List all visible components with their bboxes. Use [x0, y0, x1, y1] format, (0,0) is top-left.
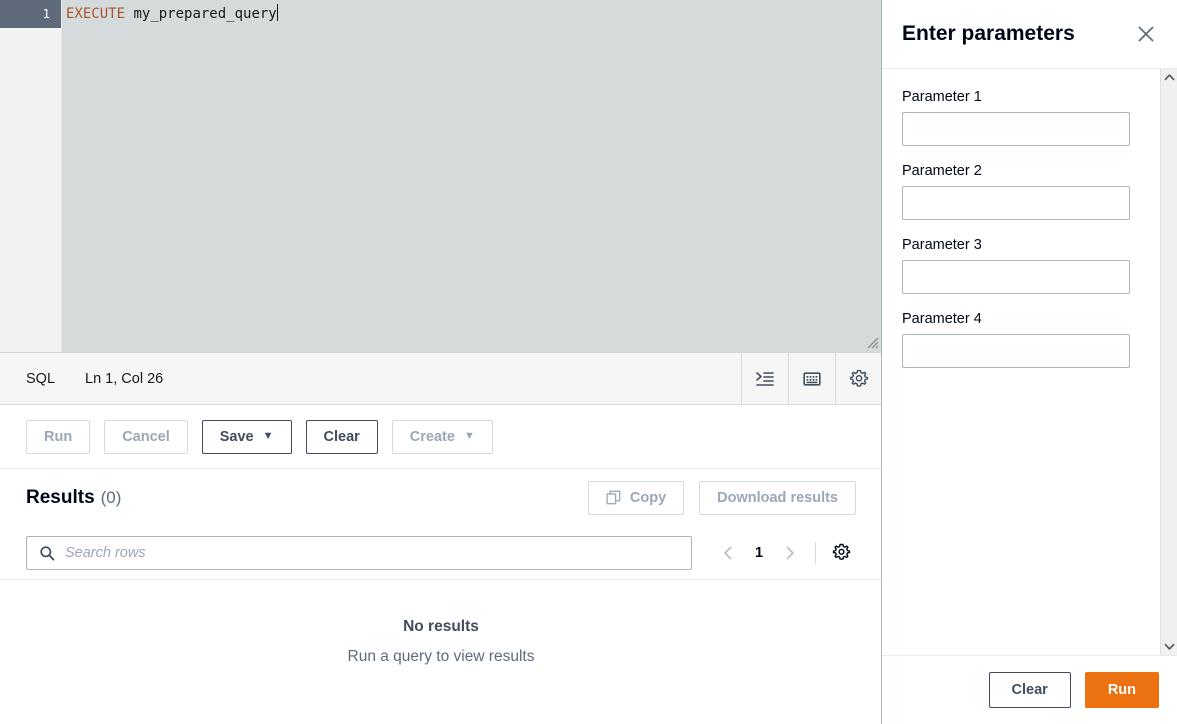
results-header-actions: Copy Download results — [588, 481, 856, 515]
download-results-label: Download results — [717, 490, 838, 506]
run-button-label: Run — [44, 429, 72, 445]
editor-gutter: 1 — [0, 0, 62, 352]
run-button[interactable]: Run — [26, 420, 90, 454]
parameter-4-label: Parameter 4 — [902, 311, 1157, 327]
parameter-3-input[interactable] — [902, 260, 1130, 294]
results-pagination: 1 — [713, 538, 856, 568]
query-editor-page: 1 EXECUTE my_prepared_query SQL Ln 1, Co… — [0, 0, 1177, 724]
panel-run-button[interactable]: Run — [1085, 672, 1159, 708]
results-count: (0) — [101, 488, 122, 508]
panel-scrollbar[interactable] — [1160, 69, 1177, 655]
panel-title: Enter parameters — [902, 22, 1075, 46]
results-empty-state: No results Run a query to view results — [0, 580, 882, 666]
parameter-1-field: Parameter 1 — [902, 89, 1157, 146]
next-page-button[interactable] — [775, 538, 805, 568]
download-results-button[interactable]: Download results — [699, 481, 856, 515]
sql-editor[interactable]: 1 EXECUTE my_prepared_query — [0, 0, 882, 352]
parameter-4-field: Parameter 4 — [902, 311, 1157, 368]
panel-footer: Clear Run — [882, 655, 1177, 724]
results-header: Results (0) Copy Download results — [0, 469, 882, 526]
parameter-4-input[interactable] — [902, 334, 1130, 368]
text-caret — [277, 4, 278, 21]
gear-icon[interactable] — [835, 352, 882, 405]
previous-page-button[interactable] — [713, 538, 743, 568]
panel-clear-button[interactable]: Clear — [989, 672, 1071, 708]
copy-button[interactable]: Copy — [588, 481, 684, 515]
parameter-3-label: Parameter 3 — [902, 237, 1157, 253]
search-rows-box[interactable] — [26, 536, 692, 570]
parameter-2-field: Parameter 2 — [902, 163, 1157, 220]
create-dropdown-button[interactable]: Create ▼ — [392, 420, 493, 454]
keyboard-icon[interactable] — [788, 352, 835, 405]
cancel-button-label: Cancel — [122, 429, 170, 445]
copy-icon — [606, 490, 621, 505]
sql-keyword: EXECUTE — [66, 6, 125, 22]
empty-state-title: No results — [0, 618, 882, 636]
format-indent-icon[interactable] — [741, 352, 788, 405]
empty-state-subtitle: Run a query to view results — [0, 648, 882, 666]
editor-resize-handle[interactable] — [865, 335, 879, 349]
results-title: Results — [26, 487, 95, 509]
chevron-down-icon: ▼ — [263, 431, 274, 442]
editor-status-bar: SQL Ln 1, Col 26 — [0, 352, 882, 405]
search-icon — [39, 545, 55, 561]
scroll-up-chevron-icon[interactable] — [1161, 69, 1177, 86]
clear-button[interactable]: Clear — [306, 420, 378, 454]
cursor-position-label: Ln 1, Col 26 — [85, 371, 163, 387]
parameter-2-input[interactable] — [902, 186, 1130, 220]
main-content-column: 1 EXECUTE my_prepared_query SQL Ln 1, Co… — [0, 0, 882, 724]
panel-body: Parameter 1 Parameter 2 Parameter 3 Para… — [882, 69, 1177, 655]
search-input[interactable] — [65, 545, 679, 561]
close-icon[interactable] — [1133, 21, 1159, 47]
panel-header: Enter parameters — [882, 0, 1177, 69]
pagination-divider — [815, 542, 816, 564]
clear-button-label: Clear — [324, 429, 360, 445]
scroll-down-chevron-icon[interactable] — [1161, 638, 1177, 655]
save-button-label: Save — [220, 429, 254, 445]
sql-identifier: my_prepared_query — [125, 6, 277, 22]
panel-run-label: Run — [1108, 682, 1136, 698]
table-preferences-gear-icon[interactable] — [826, 538, 856, 568]
chevron-down-icon: ▼ — [464, 431, 475, 442]
copy-button-label: Copy — [630, 490, 666, 506]
editor-code-area[interactable]: EXECUTE my_prepared_query — [62, 0, 882, 352]
parameter-3-field: Parameter 3 — [902, 237, 1157, 294]
create-button-label: Create — [410, 429, 455, 445]
page-number-1[interactable]: 1 — [745, 538, 773, 568]
editor-tool-icons — [741, 352, 882, 405]
editor-code-line: EXECUTE my_prepared_query — [62, 0, 882, 28]
gutter-line-number: 1 — [0, 0, 61, 28]
enter-parameters-panel: Enter parameters Parameter 1 Parameter 2… — [882, 0, 1177, 724]
editor-language-label: SQL — [26, 371, 55, 387]
editor-actions-row: Run Cancel Save ▼ Clear Create ▼ — [0, 405, 882, 469]
parameter-2-label: Parameter 2 — [902, 163, 1157, 179]
results-filter-row: 1 — [0, 526, 882, 580]
panel-clear-label: Clear — [1012, 682, 1048, 698]
parameter-1-input[interactable] — [902, 112, 1130, 146]
cancel-button[interactable]: Cancel — [104, 420, 188, 454]
save-dropdown-button[interactable]: Save ▼ — [202, 420, 292, 454]
parameter-1-label: Parameter 1 — [902, 89, 1157, 105]
